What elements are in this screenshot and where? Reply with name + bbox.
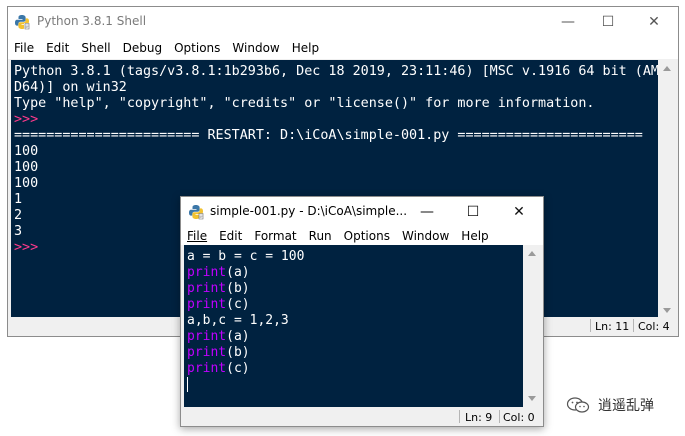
code-text: (c) (226, 361, 250, 376)
builtin-keyword: print (187, 281, 227, 296)
editor-menu-format[interactable]: Format (248, 229, 302, 243)
close-icon: ✕ (513, 204, 525, 220)
shell-maximize-button[interactable]: ☐ (586, 7, 630, 37)
shell-prompt-line: >>> (14, 112, 47, 127)
shell-output-line: 100 (14, 144, 39, 159)
watermark: 逍遥乱弹 (566, 395, 654, 415)
builtin-keyword: print (187, 361, 227, 376)
minimize-icon: — (420, 204, 434, 220)
editor-title: simple-001.py - D:\iCoA\simple... (210, 204, 408, 218)
code-line-cursor (187, 377, 304, 393)
code-text: (b) (226, 281, 250, 296)
shell-menu-options[interactable]: Options (168, 41, 226, 55)
editor-menu-help[interactable]: Help (455, 229, 494, 243)
editor-code-text: a = b = c = 100 print(a) print(b) print(c) a… (187, 249, 304, 393)
editor-vertical-scrollbar[interactable] (524, 245, 541, 407)
scroll-down-icon[interactable] (663, 308, 671, 313)
editor-code-area[interactable]: a = b = c = 100 print(a) print(b) print(c) a… (184, 245, 523, 407)
shell-menubar: File Edit Shell Debug Options Window Hel… (8, 37, 678, 59)
shell-menu-edit[interactable]: Edit (40, 41, 75, 55)
maximize-icon: ☐ (601, 14, 615, 30)
scroll-up-icon[interactable] (663, 66, 671, 71)
shell-output-line: 100 (14, 176, 39, 191)
scroll-down-icon[interactable] (528, 396, 536, 401)
shell-titlebar[interactable]: Python 3.8.1 Shell — ☐ ✕ (8, 7, 678, 37)
code-text: a,b,c = 1,2,3 (187, 313, 289, 328)
editor-minimize-button[interactable]: — (405, 197, 449, 227)
editor-window: simple-001.py - D:\iCoA\simple... — ☐ ✕ … (180, 196, 544, 427)
shell-output-line: ======================= RESTART: D:\iCoA… (14, 128, 643, 143)
shell-output-line: 100 (14, 160, 39, 175)
code-line: print(a) (187, 329, 304, 345)
editor-menu-run[interactable]: Run (303, 229, 338, 243)
shell-close-button[interactable]: ✕ (632, 7, 676, 37)
status-divider (499, 410, 500, 423)
code-line: print(b) (187, 281, 304, 297)
minimize-icon: — (561, 14, 575, 30)
code-line: a,b,c = 1,2,3 (187, 313, 304, 329)
scroll-up-icon[interactable] (528, 251, 536, 256)
editor-titlebar[interactable]: simple-001.py - D:\iCoA\simple... — ☐ ✕ (181, 197, 543, 227)
close-icon: ✕ (648, 14, 660, 30)
code-text: a = b = c = 100 (187, 249, 305, 264)
code-text: (a) (226, 329, 250, 344)
editor-close-button[interactable]: ✕ (497, 197, 541, 227)
shell-output-line: Python 3.8.1 (tags/v3.8.1:1b293b6, Dec 1… (14, 64, 658, 79)
status-divider (633, 319, 634, 332)
wechat-icon (566, 397, 590, 413)
code-text: (b) (226, 345, 250, 360)
editor-maximize-button[interactable]: ☐ (451, 197, 495, 227)
code-text: (c) (226, 297, 250, 312)
shell-title: Python 3.8.1 Shell (37, 14, 147, 28)
builtin-keyword: print (187, 297, 227, 312)
code-line: a = b = c = 100 (187, 249, 304, 265)
shell-menu-help[interactable]: Help (286, 41, 325, 55)
code-line: print(a) (187, 265, 304, 281)
editor-menu-options[interactable]: Options (338, 229, 396, 243)
editor-menu-file[interactable]: File (181, 229, 213, 243)
status-divider (590, 319, 591, 332)
shell-vertical-scrollbar[interactable] (659, 60, 676, 319)
shell-menu-debug[interactable]: Debug (117, 41, 168, 55)
maximize-icon: ☐ (466, 204, 480, 220)
watermark-text: 逍遥乱弹 (598, 398, 654, 414)
python-app-icon (15, 15, 30, 30)
shell-menu-shell[interactable]: Shell (75, 41, 116, 55)
shell-status-col: Col: 4 (638, 320, 670, 333)
code-text: (a) (226, 265, 250, 280)
shell-status-line: Ln: 11 (595, 320, 630, 333)
builtin-keyword: print (187, 265, 227, 280)
code-line: print(c) (187, 297, 304, 313)
editor-statusbar: Ln: 9 Col: 0 (181, 408, 543, 426)
code-line: print(c) (187, 361, 304, 377)
shell-minimize-button[interactable]: — (546, 7, 590, 37)
editor-menu-window[interactable]: Window (396, 229, 455, 243)
status-divider (459, 410, 460, 423)
editor-status-col: Col: 0 (503, 411, 535, 424)
editor-status-line: Ln: 9 (465, 411, 493, 424)
python-file-icon (189, 205, 204, 220)
shell-output-line: Type "help", "copyright", "credits" or "… (14, 96, 595, 111)
builtin-keyword: print (187, 329, 227, 344)
editor-menubar: File Edit Format Run Options Window Help (181, 227, 543, 245)
text-cursor (187, 377, 188, 392)
shell-menu-file[interactable]: File (8, 41, 40, 55)
shell-menu-window[interactable]: Window (226, 41, 285, 55)
editor-menu-edit[interactable]: Edit (213, 229, 248, 243)
shell-output-line: D64)] on win32 (14, 80, 127, 95)
builtin-keyword: print (187, 345, 227, 360)
code-line: print(b) (187, 345, 304, 361)
